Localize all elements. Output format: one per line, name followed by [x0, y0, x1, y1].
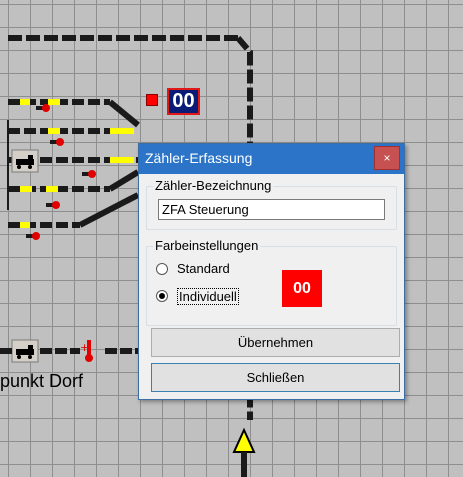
counter-name-input[interactable]: [158, 199, 385, 220]
track-segment-yellow: [110, 128, 134, 134]
radio-individual[interactable]: [156, 290, 168, 302]
track-segment-yellow: [48, 99, 60, 105]
direction-triangle-icon: [232, 427, 256, 453]
track-segment-yellow: [46, 186, 58, 192]
counter-dialog: Zähler-Erfassung × Zähler-Bezeichnung Fa…: [138, 143, 405, 400]
signal-3: [82, 170, 96, 178]
signal-2: [50, 138, 64, 146]
track-diagonal-3: [78, 192, 140, 228]
radio-standard[interactable]: [156, 263, 168, 275]
signal-1: [36, 104, 50, 112]
locomotive-icon: [11, 149, 39, 173]
radio-selected-dot: [159, 293, 165, 299]
thermometer-icon: +: [80, 340, 93, 362]
dialog-titlebar[interactable]: Zähler-Erfassung ×: [139, 144, 404, 174]
track-segment-yellow: [48, 128, 60, 134]
track-segment-yellow: [20, 222, 30, 228]
signal-4: [46, 201, 60, 209]
svg-text:+: +: [80, 341, 89, 354]
radio-individual-label[interactable]: Individuell: [177, 288, 239, 305]
counter-indicator-icon[interactable]: [146, 94, 158, 106]
radio-standard-label[interactable]: Standard: [177, 261, 230, 276]
close-icon[interactable]: ×: [374, 146, 400, 170]
track-segment-yellow: [110, 157, 134, 163]
apply-button[interactable]: Übernehmen: [151, 328, 400, 357]
locomotive-icon: [11, 339, 39, 363]
track-diagonal-2: [108, 169, 140, 192]
color-settings-group: Farbeinstellungen: [146, 238, 397, 326]
signal-5: [26, 232, 40, 240]
color-group-label: Farbeinstellungen: [153, 238, 261, 253]
station-label: punkt Dorf: [0, 371, 84, 391]
counter-display[interactable]: 00: [167, 88, 200, 115]
track-segment-yellow: [20, 99, 30, 105]
name-group-label: Zähler-Bezeichnung: [153, 178, 274, 193]
color-preview[interactable]: 00: [282, 270, 322, 307]
track-diagonal-1: [108, 99, 140, 128]
track-segment-yellow: [20, 186, 32, 192]
close-button[interactable]: Schließen: [151, 363, 400, 392]
dialog-title: Zähler-Erfassung: [145, 150, 253, 166]
